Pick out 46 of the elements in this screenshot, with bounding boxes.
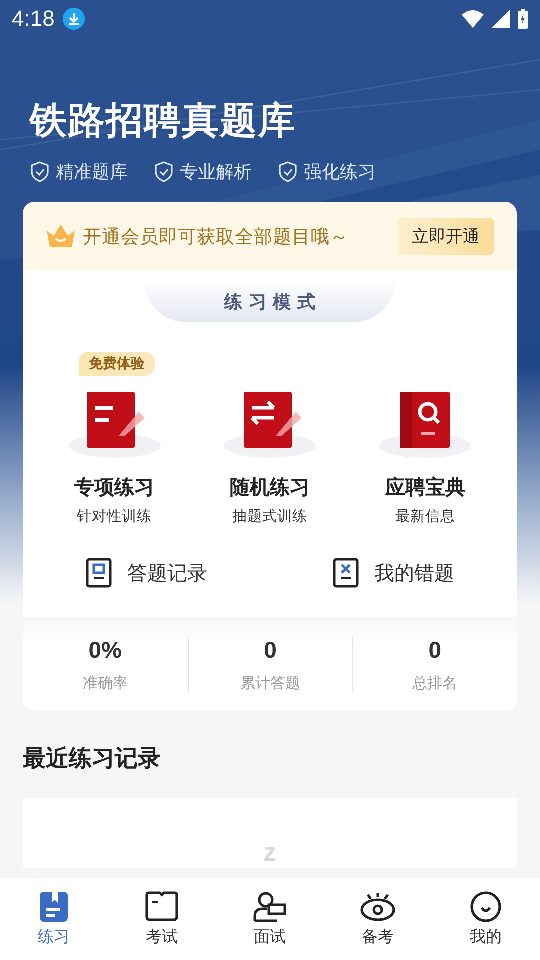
bookmark-book-icon bbox=[39, 890, 69, 922]
mode-subtitle: 抽题式训练 bbox=[232, 508, 308, 526]
shield-check-icon bbox=[154, 161, 174, 183]
stat-value: 0 bbox=[264, 637, 277, 664]
practice-mode-button[interactable]: 应聘宝典 最新信息 bbox=[348, 352, 503, 527]
wrong-answer-icon bbox=[332, 558, 358, 588]
activate-button[interactable]: 立即开通 bbox=[398, 218, 494, 254]
practice-mode-button[interactable]: 随机练习 抽题式训练 bbox=[192, 352, 348, 527]
tab-item[interactable]: 练习 bbox=[0, 878, 108, 960]
wifi-icon bbox=[462, 10, 484, 28]
mode-title: 随机练习 bbox=[230, 474, 310, 501]
mode-subtitle: 针对性训练 bbox=[77, 508, 152, 526]
download-icon bbox=[62, 8, 85, 30]
tab-item[interactable]: 考试 bbox=[108, 878, 216, 960]
app-title: 铁路招聘真题库 bbox=[30, 98, 297, 144]
feature-label: 专业解析 bbox=[180, 161, 252, 184]
smiley-icon bbox=[470, 890, 502, 922]
feature-label: 精准题库 bbox=[56, 161, 128, 184]
shield-check-icon bbox=[30, 161, 50, 183]
stat-value: 0 bbox=[428, 637, 442, 664]
signal-icon bbox=[492, 10, 510, 28]
document-icon bbox=[86, 558, 112, 588]
mode-title: 专项练习 bbox=[74, 474, 155, 501]
record-link[interactable]: 答题记录 bbox=[23, 557, 270, 589]
open-book-icon bbox=[145, 890, 179, 922]
shield-check-icon bbox=[278, 161, 298, 183]
person-screen-icon bbox=[253, 890, 287, 922]
free-badge: 免费体验 bbox=[79, 352, 155, 376]
stat-label: 累计答题 bbox=[240, 674, 300, 693]
stat-label: 准确率 bbox=[82, 674, 128, 693]
practice-mode-button[interactable]: 免费体验 专项练习 针对性训练 bbox=[37, 352, 192, 527]
stat-label: 总排名 bbox=[412, 674, 458, 693]
record-link[interactable]: 我的错题 bbox=[270, 557, 517, 589]
battery-icon bbox=[518, 9, 528, 29]
crown-icon bbox=[45, 223, 77, 249]
status-time: 4:18 bbox=[12, 6, 55, 32]
tab-item[interactable]: 我的 bbox=[432, 878, 540, 960]
mode-subtitle: 最新信息 bbox=[395, 508, 456, 526]
eye-icon bbox=[360, 890, 396, 922]
mode-title: 应聘宝典 bbox=[385, 474, 466, 501]
promo-text: 开通会员即可获取全部题目哦～ bbox=[83, 226, 350, 248]
stat-value: 0% bbox=[88, 637, 122, 664]
tab-item[interactable]: 面试 bbox=[216, 878, 324, 960]
feature-label: 强化练习 bbox=[304, 161, 376, 184]
tab-item[interactable]: 备考 bbox=[324, 878, 432, 960]
section-title: 最近练习记录 bbox=[23, 745, 162, 774]
